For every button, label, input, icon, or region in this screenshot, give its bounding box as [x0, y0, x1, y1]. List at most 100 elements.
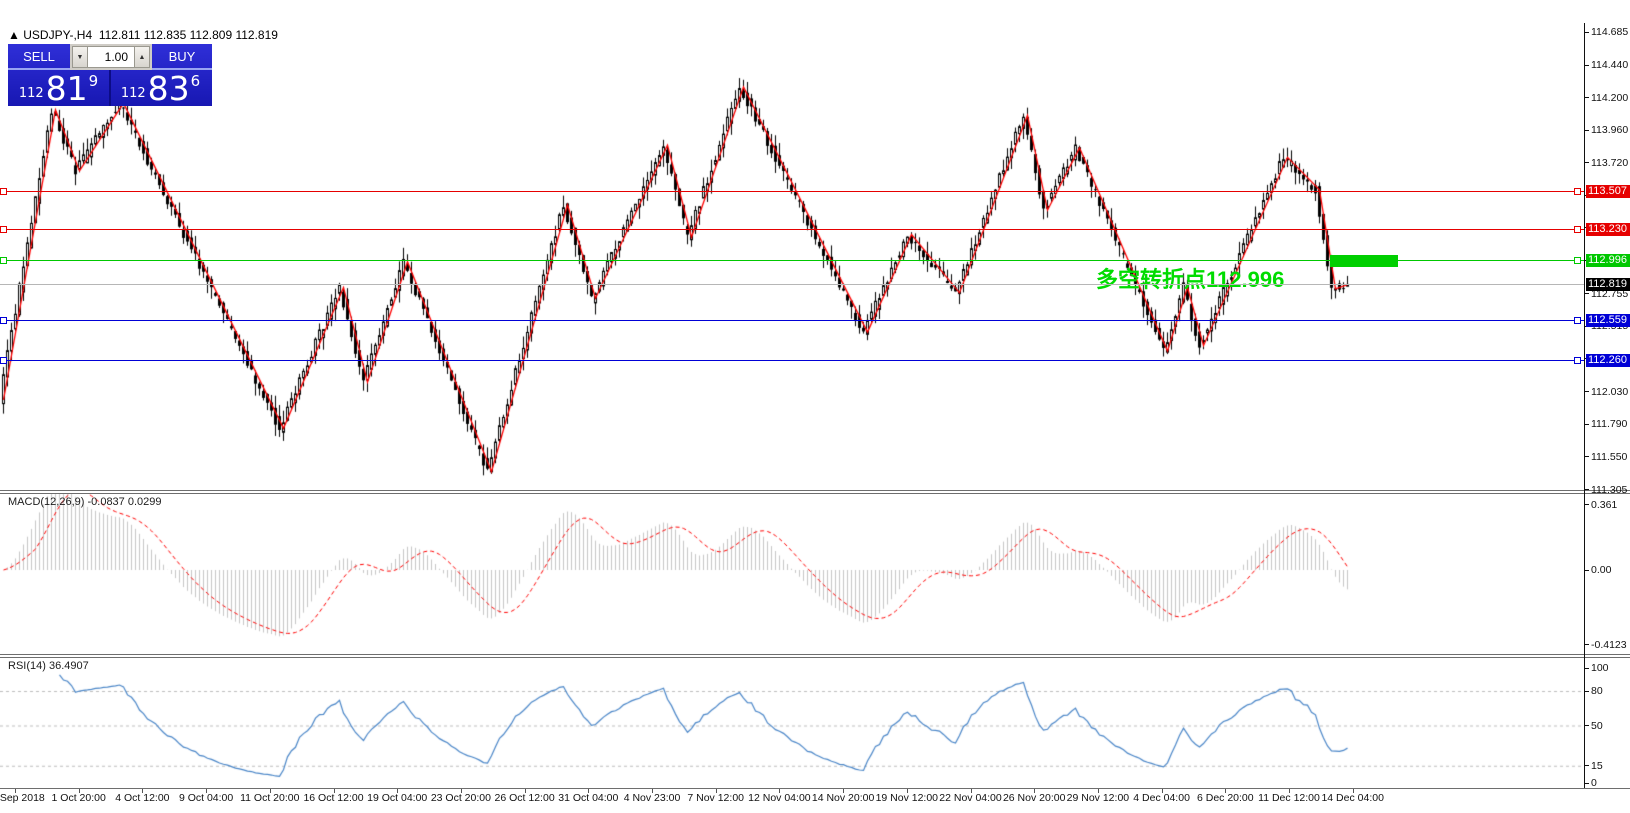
buy-price-pip: 6	[191, 72, 201, 90]
line-handle-right[interactable]	[1574, 188, 1581, 195]
rsi-tick-label: 100	[1591, 662, 1609, 674]
mt4-window: { "toolbar": { "groups": [ {"items": [ {…	[0, 0, 1630, 813]
macd-indicator-label: MACD(12,26,9) -0.0837 0.0299	[8, 496, 162, 508]
price-tick-label: 114.200	[1591, 92, 1628, 104]
macd-tick-label: 0.361	[1591, 499, 1617, 511]
line-handle-left[interactable]	[0, 357, 7, 364]
sell-price-big: 81	[46, 74, 88, 104]
time-label: 14 Nov 20:00	[812, 792, 874, 804]
macd-value-main: -0.0837	[87, 496, 124, 508]
time-label: 27 Sep 2018	[0, 792, 45, 804]
buy-button[interactable]: BUY	[152, 44, 212, 70]
chart-canvas[interactable]	[0, 0, 1630, 813]
time-label: 29 Nov 12:00	[1067, 792, 1129, 804]
time-label: 6 Dec 20:00	[1197, 792, 1254, 804]
line-handle-right[interactable]	[1574, 317, 1581, 324]
ohlc-open: 112.811	[99, 28, 141, 42]
rsi-tick-mark	[1584, 765, 1589, 766]
sell-button[interactable]: SELL	[8, 44, 70, 70]
price-tick-mark	[1584, 456, 1589, 457]
macd-tick-mark	[1584, 644, 1589, 645]
time-label: 11 Oct 20:00	[240, 792, 299, 804]
price-tick-mark	[1584, 162, 1589, 163]
rsi-tick-mark	[1584, 783, 1589, 784]
time-label: 26 Oct 12:00	[495, 792, 555, 804]
buy-price[interactable]: 112 83 6	[109, 70, 210, 106]
price-line-112.260[interactable]	[0, 360, 1584, 361]
volume-spinner: ▼ ▲	[70, 44, 152, 70]
price-tick-label: 111.550	[1591, 451, 1627, 463]
rsi-value: 36.4907	[49, 660, 89, 672]
price-line-113.230[interactable]	[0, 229, 1584, 230]
time-label: 7 Nov 12:00	[687, 792, 744, 804]
time-label: 26 Nov 20:00	[1003, 792, 1065, 804]
price-tick-mark	[1584, 32, 1589, 33]
line-handle-right[interactable]	[1574, 357, 1581, 364]
time-label: 4 Oct 12:00	[115, 792, 169, 804]
price-tick-label: 111.790	[1591, 418, 1627, 430]
volume-increase-button[interactable]: ▲	[134, 46, 150, 68]
sell-price[interactable]: 112 81 9	[8, 70, 109, 106]
macd-name: MACD(12,26,9)	[8, 496, 84, 508]
price-line-112.559[interactable]	[0, 320, 1584, 321]
time-label: 31 Oct 04:00	[558, 792, 618, 804]
line-handle-left[interactable]	[0, 226, 7, 233]
price-tick-label: 112.030	[1591, 386, 1628, 398]
highlight-box[interactable]	[1330, 255, 1398, 267]
price-axis-line	[1584, 23, 1585, 788]
price-tick-label: 113.720	[1591, 157, 1628, 169]
line-handle-left[interactable]	[0, 257, 7, 264]
rsi-indicator-label: RSI(14) 36.4907	[8, 660, 89, 672]
time-label: 23 Oct 20:00	[431, 792, 491, 804]
ohlc-high: 112.835	[144, 28, 187, 42]
macd-tick-label: -0.4123	[1591, 639, 1627, 651]
rsi-tick-label: 80	[1591, 685, 1603, 697]
panel-collapse-icon[interactable]: ▲	[8, 28, 20, 42]
price-tick-mark	[1584, 130, 1589, 131]
time-label: 19 Nov 12:00	[876, 792, 938, 804]
price-badge-112.996: 112.996	[1586, 254, 1630, 267]
time-label: 4 Dec 04:00	[1133, 792, 1190, 804]
rsi-tick-mark	[1584, 691, 1589, 692]
time-label: 16 Oct 12:00	[303, 792, 363, 804]
price-tick-label: 113.960	[1591, 124, 1628, 136]
price-tick-mark	[1584, 65, 1589, 66]
volume-decrease-button[interactable]: ▼	[72, 46, 88, 68]
line-handle-left[interactable]	[0, 188, 7, 195]
rsi-tick-mark	[1584, 725, 1589, 726]
chart-title: ▲ USDJPY-,H4 112.811 112.835 112.809 112…	[8, 28, 278, 42]
price-tick-label: 114.685	[1591, 26, 1628, 38]
price-badge-113.230: 113.230	[1586, 223, 1630, 236]
time-label: 12 Nov 04:00	[748, 792, 810, 804]
price-tick-mark	[1584, 424, 1589, 425]
volume-input[interactable]	[88, 46, 134, 68]
price-line-112.819[interactable]	[0, 284, 1584, 285]
rsi-tick-mark	[1584, 668, 1589, 669]
price-tick-mark	[1584, 97, 1589, 98]
buy-price-big: 83	[148, 74, 190, 104]
rsi-tick-label: 15	[1591, 760, 1603, 772]
price-tick-mark	[1584, 293, 1589, 294]
macd-rsi-splitter[interactable]	[0, 654, 1630, 658]
price-badge-112.559: 112.559	[1586, 314, 1630, 327]
price-tick-label: 114.440	[1591, 59, 1628, 71]
price-badge-112.260: 112.260	[1586, 354, 1630, 367]
line-handle-right[interactable]	[1574, 226, 1581, 233]
price-tick-mark	[1584, 489, 1589, 490]
line-handle-right[interactable]	[1574, 257, 1581, 264]
time-label: 9 Oct 04:00	[179, 792, 233, 804]
time-label: 1 Oct 20:00	[52, 792, 106, 804]
price-line-113.507[interactable]	[0, 191, 1584, 192]
line-handle-left[interactable]	[0, 317, 7, 324]
time-label: 22 Nov 04:00	[939, 792, 1001, 804]
time-label: 19 Oct 04:00	[367, 792, 427, 804]
price-badge-113.507: 113.507	[1586, 185, 1630, 198]
macd-tick-label: 0.00	[1591, 564, 1611, 576]
price-tick-label: 111.305	[1591, 484, 1627, 496]
time-label: 4 Nov 23:00	[624, 792, 681, 804]
main-macd-splitter[interactable]	[0, 490, 1630, 494]
annotation-text[interactable]: 多空转折点112.996	[1096, 262, 1284, 294]
rsi-name: RSI(14)	[8, 660, 46, 672]
price-badge-112.819: 112.819	[1586, 278, 1630, 291]
macd-tick-mark	[1584, 504, 1589, 505]
